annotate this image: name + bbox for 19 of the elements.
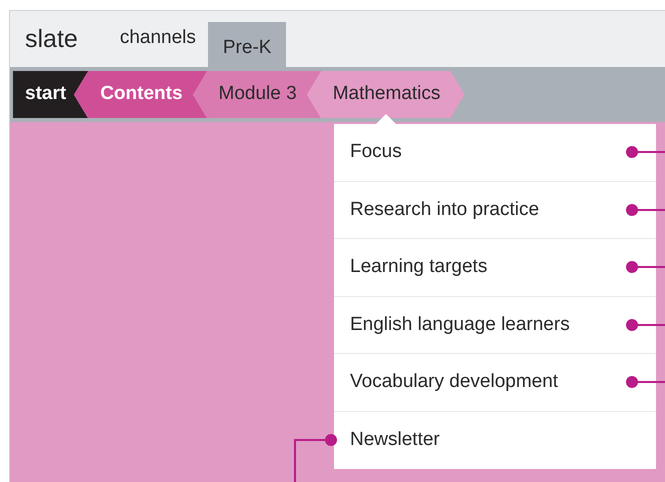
breadcrumb-item[interactable]: Mathematics <box>306 71 464 118</box>
leader-line <box>625 145 665 160</box>
leader-line <box>292 433 338 482</box>
nav-tab[interactable]: channels <box>108 22 208 67</box>
menu-item[interactable]: Focus <box>350 138 402 166</box>
leader-line <box>625 260 665 274</box>
menu-item[interactable]: Learning targets <box>350 253 488 282</box>
leader-line <box>625 318 665 332</box>
menu-item[interactable]: Newsletter <box>350 426 440 454</box>
leader-line <box>625 202 665 217</box>
breadcrumb-item[interactable]: Contents <box>74 71 193 118</box>
menu-item[interactable]: Vocabulary development <box>350 368 558 396</box>
leader-line <box>625 375 665 390</box>
nav-tab[interactable]: Pre-K <box>208 22 286 67</box>
menu-item[interactable]: Research into practice <box>350 196 540 224</box>
menu-item[interactable]: English language learners <box>350 310 570 339</box>
breadcrumb-item[interactable]: start <box>13 71 74 118</box>
logo: slate <box>25 27 78 52</box>
breadcrumb-item[interactable]: Module 3 <box>192 71 307 118</box>
